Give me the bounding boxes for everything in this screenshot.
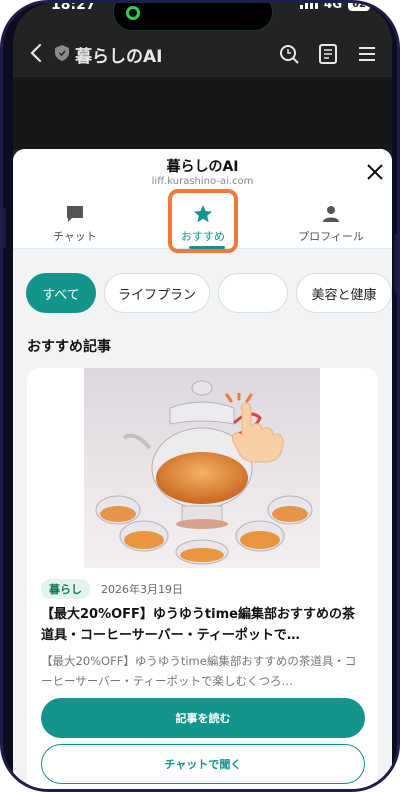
menu-icon[interactable]: [356, 43, 378, 65]
side-button: [3, 208, 6, 248]
ask-in-chat-button[interactable]: チャットで聞く: [41, 744, 365, 784]
pointing-hand-icon: [225, 393, 284, 463]
dynamic-island: [113, 3, 273, 31]
signal-icon: [299, 3, 318, 9]
shield-icon: [55, 45, 69, 61]
person-icon: [323, 206, 339, 222]
screen: 18:27 4G 62 暮らしのAI 暮らしのAI liff.kurashino…: [13, 3, 392, 789]
status-bar: 18:27 4G 62: [13, 3, 392, 31]
tab-chat[interactable]: チャット: [20, 204, 130, 244]
phone-frame: 18:27 4G 62 暮らしのAI 暮らしのAI liff.kurashino…: [0, 0, 400, 792]
search-icon[interactable]: [278, 43, 300, 65]
close-icon[interactable]: [364, 161, 386, 183]
chip-life-plan[interactable]: ライフプラン: [104, 273, 210, 313]
chip-hidden[interactable]: [218, 273, 288, 313]
chip-all[interactable]: すべて: [26, 273, 96, 313]
sheet-title: 暮らしのAI: [166, 159, 239, 175]
call-indicator-icon: [126, 6, 140, 20]
app-header: 暮らしのAI: [13, 29, 392, 77]
article-title[interactable]: 【最大20%OFF】ゆうゆうtime編集部おすすめの茶道具・コーヒーサーバー・テ…: [41, 604, 367, 648]
tab-chat-label: チャット: [53, 230, 97, 243]
status-indicators: 4G 62: [299, 3, 370, 11]
tab-profile[interactable]: プロフィール: [276, 204, 386, 244]
chip-beauty-health[interactable]: 美容と健康: [296, 273, 392, 313]
category-tag: 暮らし: [41, 579, 90, 599]
document-icon[interactable]: [317, 43, 339, 65]
article-date: 2026年3月19日: [101, 583, 183, 596]
sheet-url: liff.kurashino-ai.com: [151, 176, 254, 187]
bottom-sheet: 暮らしのAI liff.kurashino-ai.com チャット おすすめ プ…: [13, 149, 392, 789]
sheet-header: 暮らしのAI liff.kurashino-ai.com チャット おすすめ プ…: [13, 149, 392, 253]
battery-icon: 62: [348, 3, 370, 11]
app-title: 暮らしのAI: [75, 47, 163, 67]
article-card[interactable]: 暮らし 2026年3月19日 【最大20%OFF】ゆうゆうtime編集部おすすめ…: [27, 368, 378, 789]
back-icon[interactable]: [25, 41, 49, 65]
article-excerpt: 【最大20%OFF】ゆうゆうtime編集部おすすめの茶道具・コーヒーサーバー・テ…: [41, 654, 357, 688]
tap-highlight-box: [168, 189, 238, 253]
network-type: 4G: [323, 3, 343, 11]
status-time: 18:27: [51, 3, 96, 13]
tab-profile-label: プロフィール: [298, 230, 364, 243]
chat-icon: [67, 206, 83, 222]
power-button: [394, 233, 397, 293]
category-chips: すべて ライフプラン 美容と健康: [26, 273, 392, 313]
section-title: おすすめ記事: [27, 339, 111, 355]
read-article-button[interactable]: 記事を読む: [41, 698, 365, 738]
dimmed-background: [13, 77, 392, 150]
